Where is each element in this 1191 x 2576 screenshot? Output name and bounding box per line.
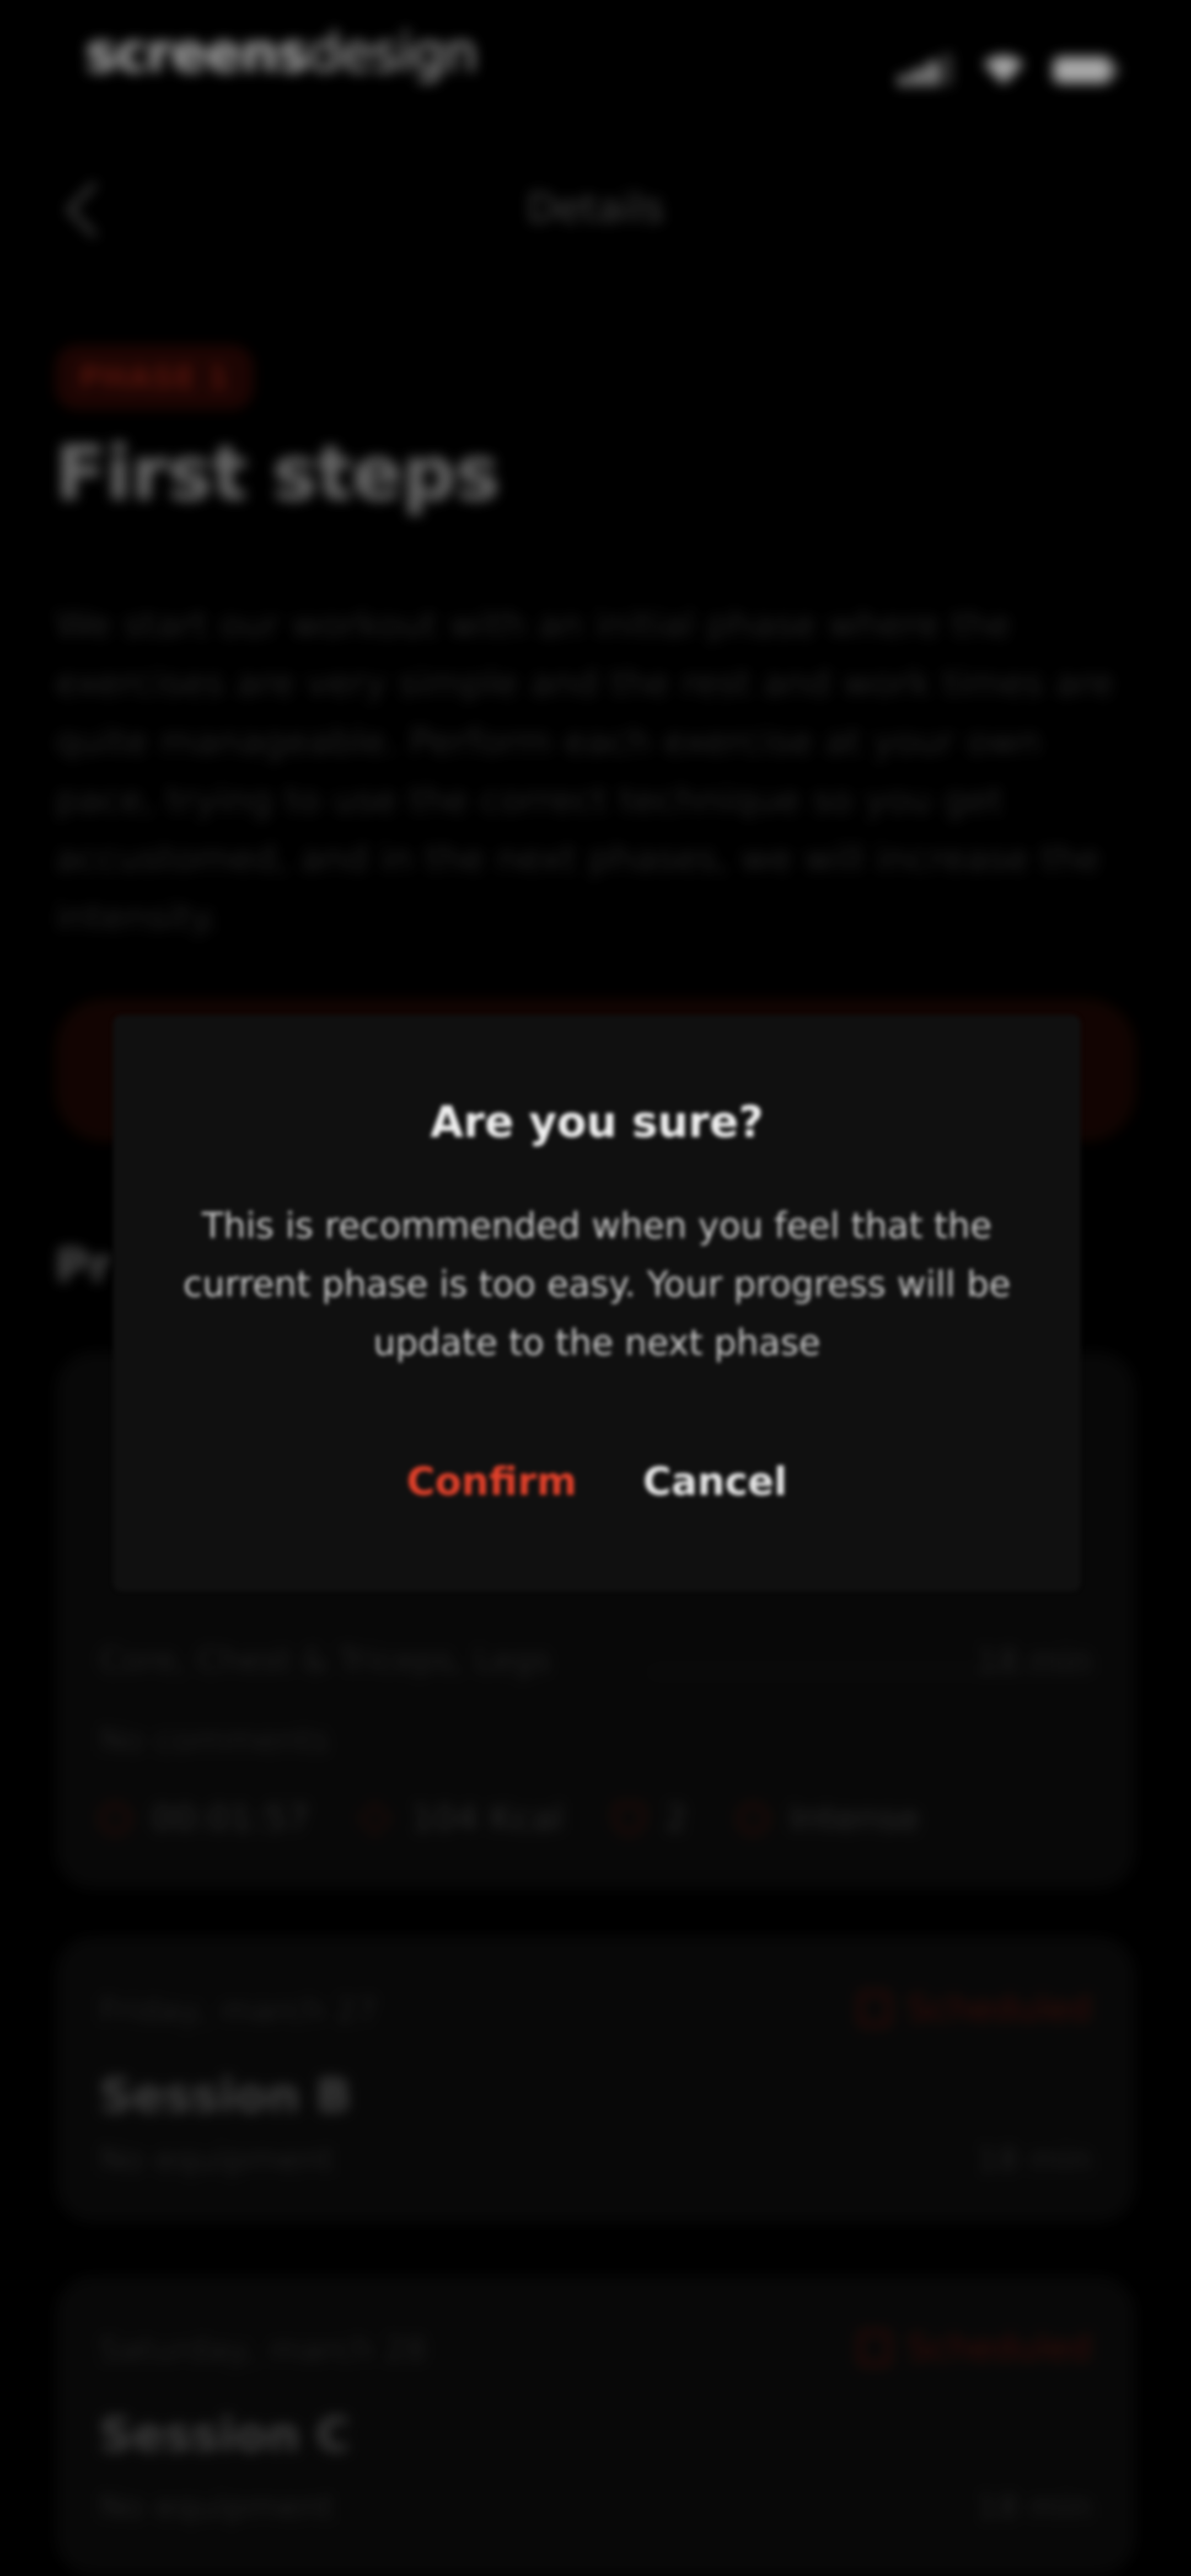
dialog-actions: Confirm Cancel <box>113 1459 1081 1504</box>
page: screensdesign Details PHASE 1 First step… <box>0 0 1191 2576</box>
confirm-dialog: Are you sure? This is recommended when y… <box>113 1015 1081 1591</box>
dialog-title: Are you sure? <box>430 1098 764 1147</box>
dialog-message: This is recommended when you feel that t… <box>183 1206 1011 1364</box>
confirm-button[interactable]: Confirm <box>406 1459 577 1504</box>
cancel-button[interactable]: Cancel <box>643 1459 787 1504</box>
